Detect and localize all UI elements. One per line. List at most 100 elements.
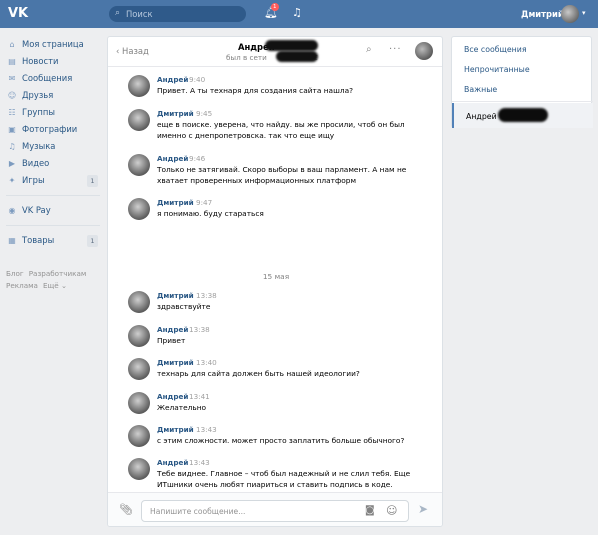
redaction-blur <box>276 51 318 62</box>
camera-icon[interactable]: ◙ <box>365 505 375 516</box>
message-author[interactable]: Дмитрий <box>157 425 194 434</box>
avatar[interactable] <box>128 109 150 131</box>
chevron-down-icon[interactable]: ▾ <box>582 9 586 17</box>
sidebar-item-label: Друзья <box>22 90 54 100</box>
sidebar-item-news[interactable]: ▤ Новости <box>6 53 100 70</box>
message-time: 9:46 <box>189 154 206 163</box>
footer-link-more[interactable]: Ещё ⌄ <box>43 281 67 290</box>
chat-status-text: был в сети <box>226 53 267 62</box>
message-author[interactable]: Дмитрий <box>157 198 194 207</box>
sidebar-item-music[interactable]: ♫ Музыка <box>6 138 100 155</box>
video-icon: ▶ <box>8 159 16 168</box>
send-icon[interactable]: ➤ <box>418 502 428 516</box>
message-time: 13:41 <box>189 392 210 401</box>
message-author[interactable]: Дмитрий <box>157 109 194 118</box>
messages-icon: ✉ <box>8 74 16 83</box>
avatar[interactable] <box>561 5 579 23</box>
vk-logo[interactable]: VK <box>8 6 30 22</box>
avatar[interactable] <box>128 154 150 176</box>
footer-link-ads[interactable]: Реклама <box>6 281 38 290</box>
message-text: я понимаю. буду стараться <box>157 209 264 218</box>
news-icon: ▤ <box>8 57 16 66</box>
message-time: 13:38 <box>189 325 210 334</box>
sidebar-item-my-page[interactable]: ⌂ Моя страница <box>6 36 100 53</box>
avatar[interactable] <box>128 325 150 347</box>
message-time: 9:45 <box>196 109 213 118</box>
message-input[interactable]: Напишите сообщение... ◙ ☺ <box>141 500 409 522</box>
photos-icon: ▣ <box>8 125 16 134</box>
footer-links: Блог Разработчикам Реклама Ещё ⌄ <box>6 268 100 292</box>
message-author[interactable]: Дмитрий <box>157 358 194 367</box>
goods-icon: ▦ <box>8 236 16 245</box>
sidebar-item-label: Моя страница <box>22 39 84 49</box>
redaction-blur <box>498 108 548 122</box>
sidebar-item-groups[interactable]: ☷ Группы <box>6 104 100 121</box>
groups-icon: ☷ <box>8 108 16 117</box>
music-icon: ♫ <box>8 142 16 151</box>
sidebar: ⌂ Моя страница ▤ Новости ✉ Сообщения ☺ Друзь… <box>6 36 100 249</box>
chat-window: ‹ Назад Андрей был в сетиС ⌕ ··· Андрей … <box>107 36 443 527</box>
filter-all-messages[interactable]: Все сообщения <box>464 45 527 54</box>
divider <box>6 195 100 196</box>
message-time: 13:40 <box>196 358 217 367</box>
home-icon: ⌂ <box>9 40 15 49</box>
sidebar-item-label: Сообщения <box>22 73 73 83</box>
message-filters: Все сообщения Непрочитанные Важные Андре… <box>451 36 593 128</box>
message-author[interactable]: Андрей <box>157 75 188 84</box>
friends-icon: ☺ <box>7 91 17 100</box>
avatar[interactable] <box>128 458 150 480</box>
message-time: 13:38 <box>196 291 217 300</box>
redaction-blur <box>265 40 318 51</box>
sidebar-item-vkpay[interactable]: ◉ VK Pay <box>6 202 100 219</box>
message-author[interactable]: Андрей <box>157 458 188 467</box>
sidebar-item-friends[interactable]: ☺ Друзья <box>6 87 100 104</box>
sidebar-item-label: Новости <box>22 56 59 66</box>
active-chat-item[interactable]: Андрей <box>452 103 593 128</box>
sidebar-item-games[interactable]: ✦ Игры 1 <box>6 172 100 189</box>
sidebar-item-goods[interactable]: ▦ Товары 1 <box>6 232 100 249</box>
message-author[interactable]: Андрей <box>157 325 188 334</box>
more-icon[interactable]: ··· <box>389 44 402 55</box>
message-text: Только не затягивай. Скоро выборы в ваш … <box>157 165 407 185</box>
back-label: Назад <box>122 46 149 56</box>
user-name[interactable]: Дмитрий <box>521 9 564 19</box>
message-list: Андрей 9:40 Привет. А ты технаря для соз… <box>108 68 442 510</box>
sidebar-item-label: Фотографии <box>22 124 78 134</box>
message-author[interactable]: Андрей <box>157 392 188 401</box>
avatar[interactable] <box>128 425 150 447</box>
search-field[interactable]: ⌕ Поиск <box>109 6 246 22</box>
filter-important[interactable]: Важные <box>464 85 497 94</box>
footer-link-blog[interactable]: Блог <box>6 269 24 278</box>
back-button[interactable]: ‹ Назад <box>116 46 149 56</box>
chat-avatar[interactable] <box>415 42 433 60</box>
message-text: Привет <box>157 336 186 345</box>
search-icon: ⌕ <box>115 8 121 18</box>
sidebar-item-label: Видео <box>22 158 50 168</box>
avatar[interactable] <box>128 392 150 414</box>
message-author[interactable]: Дмитрий <box>157 291 194 300</box>
sidebar-item-messages[interactable]: ✉ Сообщения <box>6 70 100 87</box>
active-chat-label: Андрей <box>466 112 497 121</box>
paperclip-icon[interactable]: 📎︎ <box>119 503 133 516</box>
message-author[interactable]: Андрей <box>157 154 188 163</box>
avatar[interactable] <box>128 358 150 380</box>
sidebar-item-photos[interactable]: ▣ Фотографии <box>6 121 100 138</box>
sidebar-item-label: VK Pay <box>22 205 51 215</box>
message-composer: 📎︎ Напишите сообщение... ◙ ☺ ➤ <box>108 492 442 526</box>
filter-unread[interactable]: Непрочитанные <box>464 65 530 74</box>
top-bar: VK ⌕ Поиск 🔔︎ 1 ♫ Дмитрий ▾ <box>0 0 598 28</box>
count-badge: 1 <box>87 235 98 247</box>
emoji-icon[interactable]: ☺ <box>386 504 397 517</box>
avatar[interactable] <box>128 75 150 97</box>
search-icon[interactable]: ⌕ <box>366 44 372 55</box>
footer-link-developers[interactable]: Разработчикам <box>29 269 87 278</box>
avatar[interactable] <box>128 198 150 220</box>
sidebar-item-video[interactable]: ▶ Видео <box>6 155 100 172</box>
avatar[interactable] <box>128 291 150 313</box>
divider <box>6 225 100 226</box>
games-icon: ✦ <box>8 176 16 185</box>
bell-icon[interactable]: 🔔︎ 1 <box>264 3 279 19</box>
message-text: Привет. А ты технаря для создания сайта … <box>157 86 354 95</box>
music-icon[interactable]: ♫ <box>292 6 302 19</box>
vkpay-icon: ◉ <box>8 206 16 215</box>
